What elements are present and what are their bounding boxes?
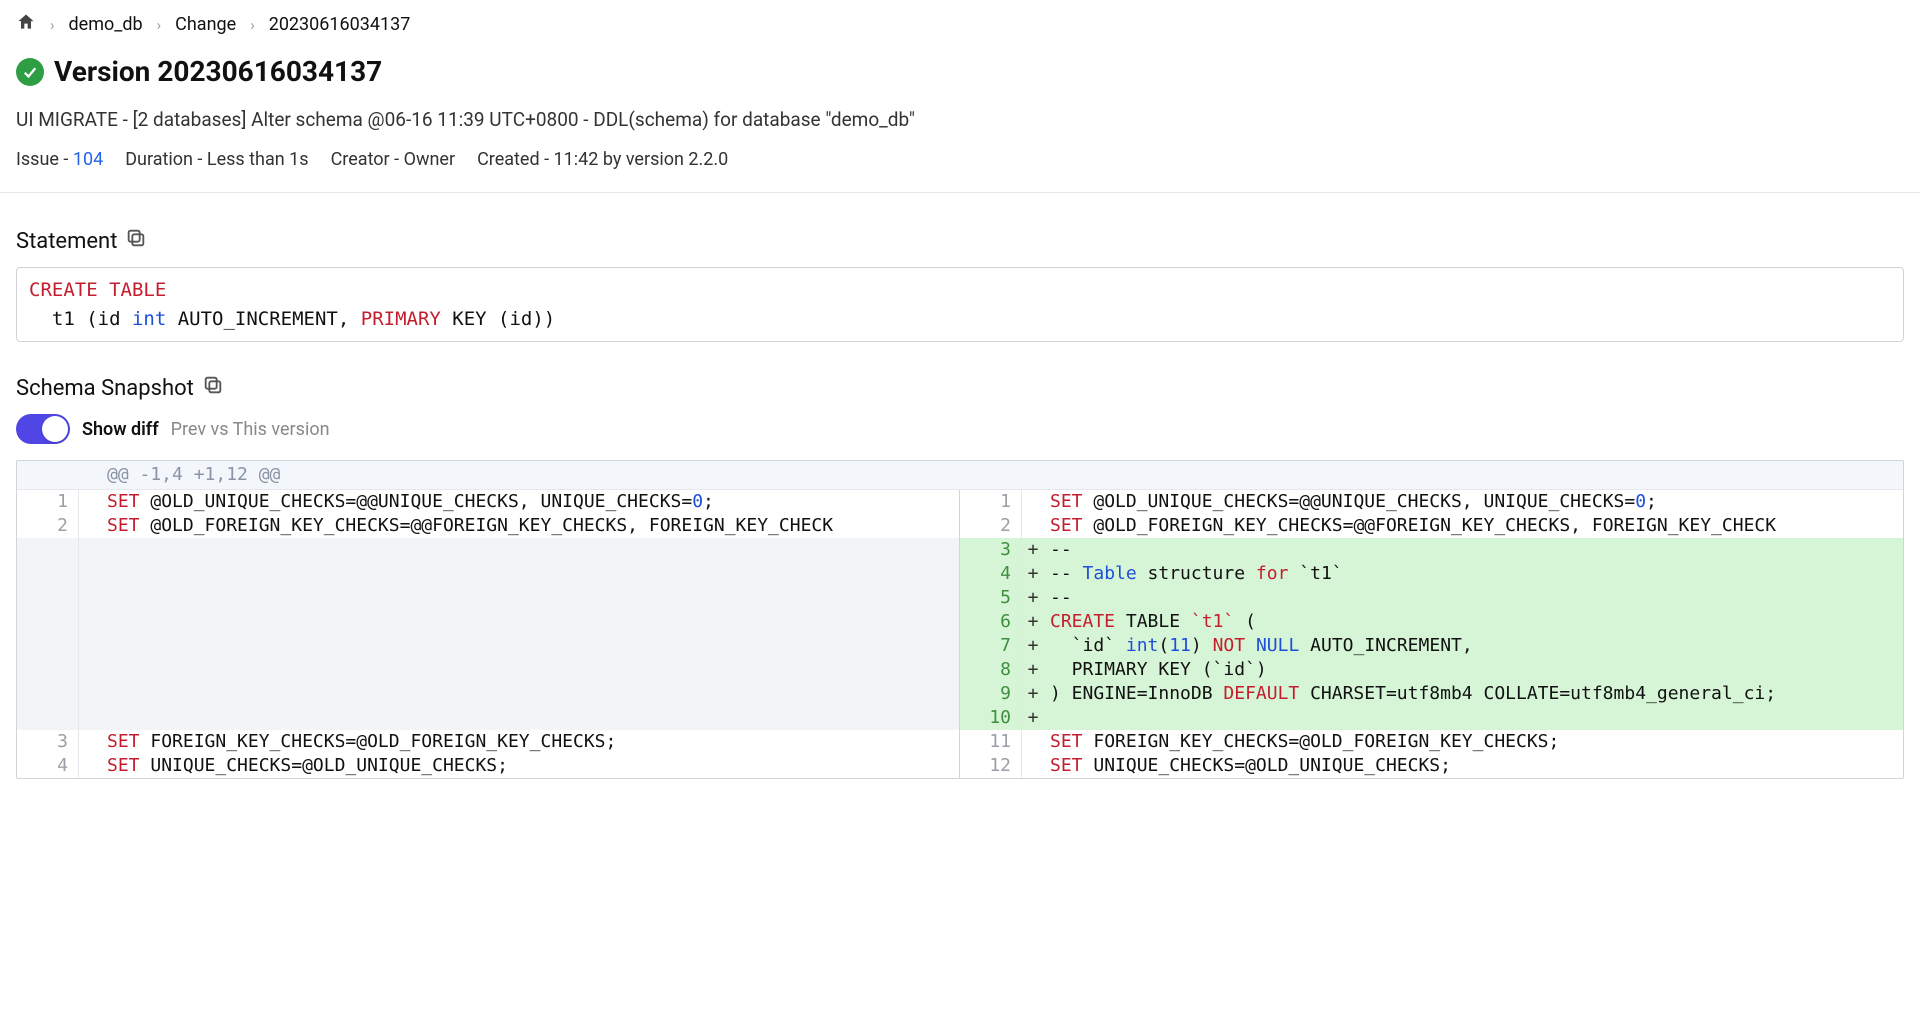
- chevron-right-icon: ›: [50, 16, 55, 34]
- diff-viewer: @@ -1,4 +1,12 @@ 1SET @OLD_UNIQUE_CHECKS…: [16, 460, 1904, 779]
- issue-link[interactable]: 104: [73, 149, 103, 170]
- statement-header: Statement: [16, 227, 1904, 255]
- show-diff-label: Show diff: [82, 419, 159, 440]
- diff-line: 11SET FOREIGN_KEY_CHECKS=@OLD_FOREIGN_KE…: [960, 730, 1903, 754]
- title-prefix: Version: [54, 55, 150, 88]
- meta-duration-label: Duration -: [125, 149, 202, 170]
- title-version: 20230616034137: [157, 55, 382, 88]
- diff-line: 4SET UNIQUE_CHECKS=@OLD_UNIQUE_CHECKS;: [17, 754, 959, 778]
- meta-row: Issue - 104 Duration - Less than 1s Crea…: [16, 149, 1904, 192]
- meta-duration-value: Less than 1s: [207, 149, 309, 170]
- statement-header-label: Statement: [16, 229, 117, 254]
- diff-line: 10+: [960, 706, 1903, 730]
- snapshot-header: Schema Snapshot: [16, 374, 1904, 402]
- show-diff-sublabel: Prev vs This version: [171, 419, 330, 440]
- diff-line: 6+CREATE TABLE `t1` (: [960, 610, 1903, 634]
- meta-duration: Duration - Less than 1s: [125, 149, 308, 170]
- diff-line: 5+--: [960, 586, 1903, 610]
- meta-creator-value: Owner: [404, 149, 456, 170]
- diff-line: [17, 538, 959, 562]
- home-icon[interactable]: [16, 12, 36, 37]
- diff-line: 3SET FOREIGN_KEY_CHECKS=@OLD_FOREIGN_KEY…: [17, 730, 959, 754]
- show-diff-toggle[interactable]: [16, 414, 70, 444]
- meta-created: Created - 11:42 by version 2.2.0: [477, 149, 728, 170]
- diff-line: 9+) ENGINE=InnoDB DEFAULT CHARSET=utf8mb…: [960, 682, 1903, 706]
- status-success-icon: [16, 58, 44, 86]
- breadcrumb-item[interactable]: demo_db: [69, 14, 143, 35]
- breadcrumb-item-current: 20230616034137: [269, 14, 411, 35]
- copy-statement-icon[interactable]: [125, 227, 147, 255]
- chevron-right-icon: ›: [157, 16, 162, 34]
- meta-creator-label: Creator -: [331, 149, 400, 170]
- diff-line: 1SET @OLD_UNIQUE_CHECKS=@@UNIQUE_CHECKS,…: [960, 490, 1903, 514]
- breadcrumb: › demo_db › Change › 20230616034137: [16, 12, 1904, 37]
- meta-creator: Creator - Owner: [331, 149, 455, 170]
- snapshot-header-label: Schema Snapshot: [16, 376, 194, 401]
- diff-hunk-header: @@ -1,4 +1,12 @@: [17, 461, 1903, 490]
- breadcrumb-item[interactable]: Change: [175, 14, 236, 35]
- page-title: Version 20230616034137: [54, 55, 382, 88]
- diff-line: 2SET @OLD_FOREIGN_KEY_CHECKS=@@FOREIGN_K…: [960, 514, 1903, 538]
- diff-line: [17, 610, 959, 634]
- meta-created-value: 11:42 by version 2.2.0: [554, 149, 729, 170]
- diff-line: [17, 682, 959, 706]
- diff-toggle-row: Show diff Prev vs This version: [16, 414, 1904, 444]
- meta-created-label: Created -: [477, 149, 549, 170]
- divider: [0, 192, 1920, 193]
- meta-issue: Issue - 104: [16, 149, 103, 170]
- diff-line: [17, 658, 959, 682]
- chevron-right-icon: ›: [250, 16, 255, 34]
- diff-line: [17, 562, 959, 586]
- diff-line: [17, 634, 959, 658]
- diff-line: [17, 586, 959, 610]
- diff-line: 4+-- Table structure for `t1`: [960, 562, 1903, 586]
- diff-line: 7+ `id` int(11) NOT NULL AUTO_INCREMENT,: [960, 634, 1903, 658]
- copy-snapshot-icon[interactable]: [202, 374, 224, 402]
- diff-line: 2SET @OLD_FOREIGN_KEY_CHECKS=@@FOREIGN_K…: [17, 514, 959, 538]
- diff-right-pane: 1SET @OLD_UNIQUE_CHECKS=@@UNIQUE_CHECKS,…: [960, 490, 1903, 778]
- diff-line: [17, 706, 959, 730]
- page-subtitle: UI MIGRATE - [2 databases] Alter schema …: [16, 108, 1904, 131]
- diff-line: 12SET UNIQUE_CHECKS=@OLD_UNIQUE_CHECKS;: [960, 754, 1903, 778]
- diff-line: 3+--: [960, 538, 1903, 562]
- diff-left-pane: 1SET @OLD_UNIQUE_CHECKS=@@UNIQUE_CHECKS,…: [17, 490, 960, 778]
- meta-issue-label: Issue -: [16, 149, 68, 170]
- statement-code: CREATE TABLE t1 (id int AUTO_INCREMENT, …: [16, 267, 1904, 342]
- page-title-row: Version 20230616034137: [16, 55, 1904, 88]
- diff-line: 1SET @OLD_UNIQUE_CHECKS=@@UNIQUE_CHECKS,…: [17, 490, 959, 514]
- diff-line: 8+ PRIMARY KEY (`id`): [960, 658, 1903, 682]
